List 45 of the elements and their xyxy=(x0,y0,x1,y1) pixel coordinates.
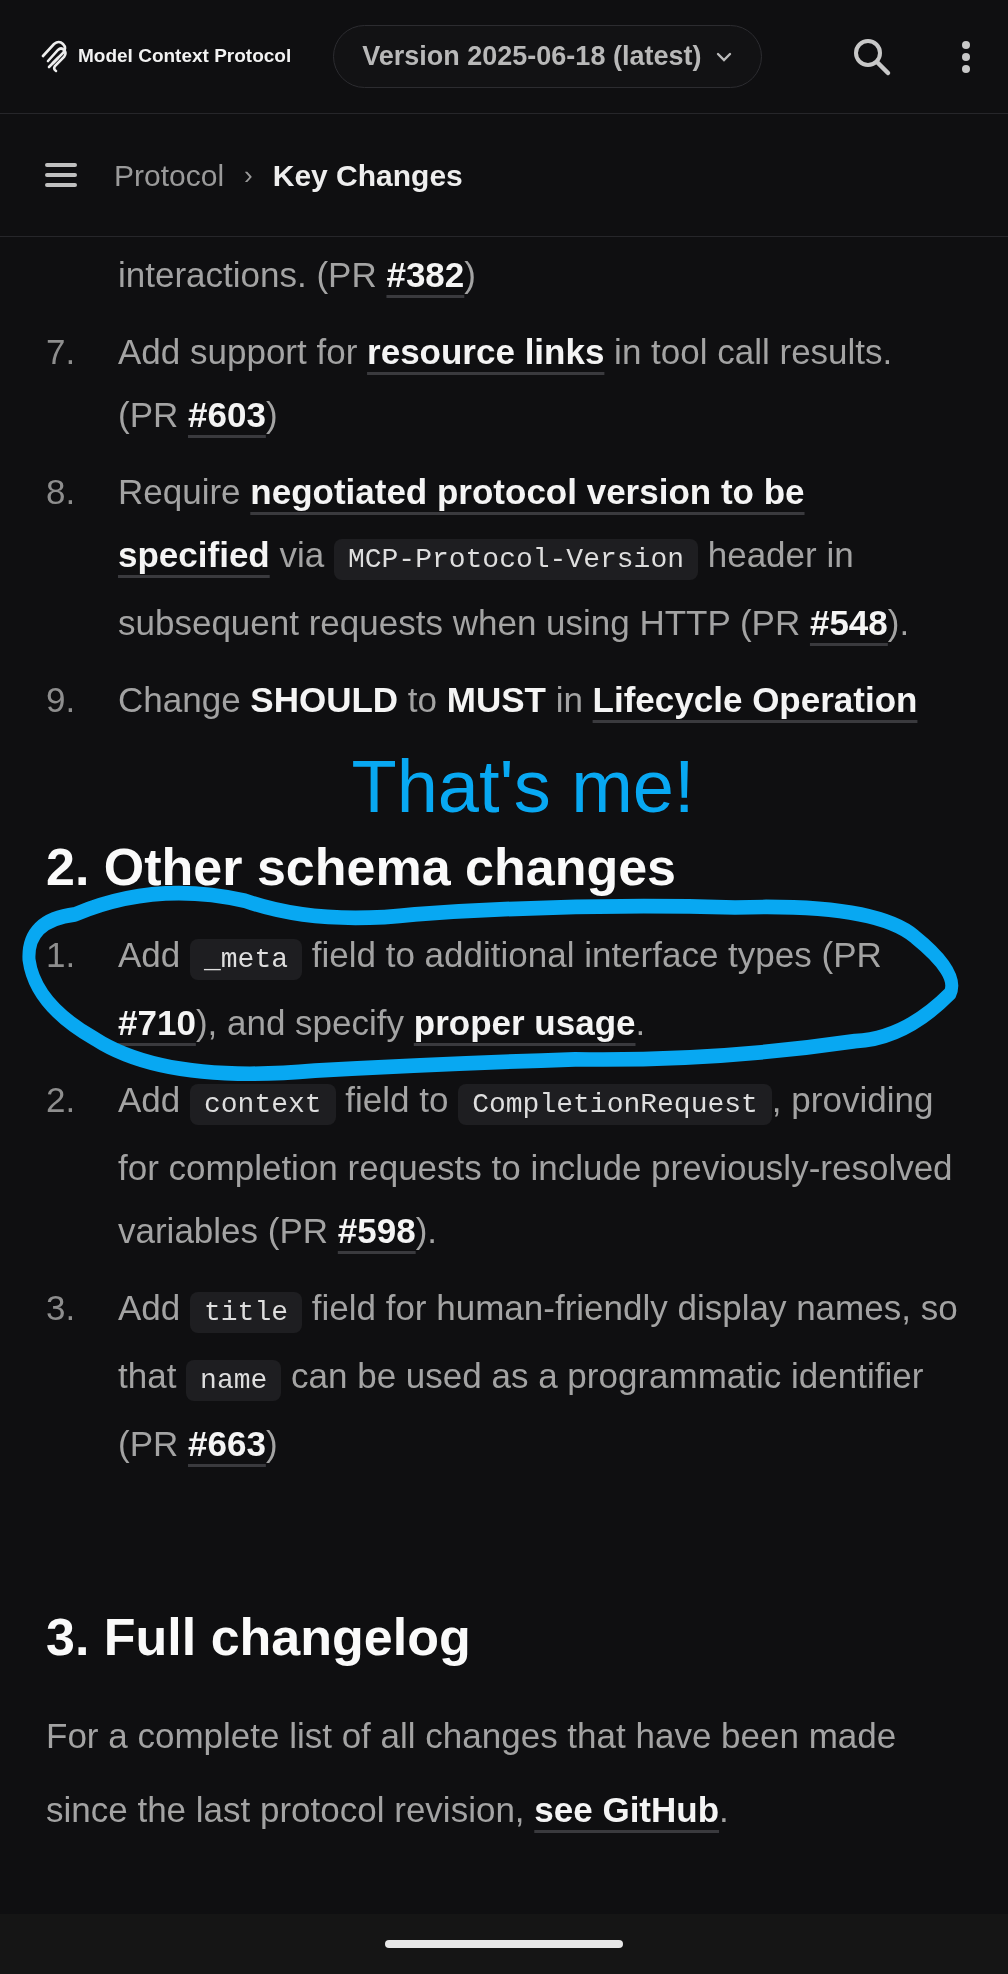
breadcrumb-separator: › xyxy=(244,158,253,192)
section-heading: 2. Other schema changes xyxy=(46,837,678,898)
link[interactable]: #382 xyxy=(386,255,465,294)
link[interactable]: proper usage xyxy=(413,1003,636,1042)
annotation-text: That's me! xyxy=(350,745,696,829)
section-heading: 3. Full changelog xyxy=(46,1607,472,1668)
list-item-text: Add title field for human-friendly display names, so that name can be used as a programmatic identifier (PR #663) xyxy=(118,1287,959,1465)
link[interactable]: #603 xyxy=(188,395,266,434)
list-item-text: Add support for resource links in tool call results. (PR #603) xyxy=(118,331,894,436)
more-options-icon[interactable] xyxy=(960,39,972,74)
link[interactable]: Lifecycle Operation xyxy=(592,680,918,719)
logo-icon[interactable] xyxy=(40,39,70,74)
link[interactable]: #548 xyxy=(809,603,888,642)
list-number: 3. xyxy=(46,1287,77,1329)
link[interactable]: negotiated protocol version to be xyxy=(250,472,805,511)
breadcrumb-current: Key Changes xyxy=(272,157,463,194)
list-item-text: interactions. (PR #382) xyxy=(118,254,477,296)
version-dropdown[interactable]: Version 2025-06-18 (latest) xyxy=(333,25,763,88)
inline-code: CompletionRequest xyxy=(458,1084,772,1125)
link[interactable]: specified xyxy=(118,535,270,574)
list-number: 2. xyxy=(46,1079,77,1121)
link[interactable]: resource links xyxy=(367,332,605,371)
link[interactable]: #598 xyxy=(337,1211,416,1250)
list-number: 7. xyxy=(46,331,77,373)
list-number: 9. xyxy=(46,679,77,721)
menu-icon[interactable] xyxy=(44,161,78,189)
inline-code: MCP-Protocol-Version xyxy=(333,539,698,580)
breadcrumb-link[interactable]: Protocol xyxy=(114,152,225,198)
link[interactable]: #663 xyxy=(188,1424,266,1463)
paragraph: For a complete list of all changes that have been made since the last protocol revision, see GitHub. xyxy=(46,1715,898,1831)
list-number: 8. xyxy=(46,471,77,513)
inline-code: name xyxy=(186,1360,282,1401)
inline-code: _meta xyxy=(190,939,302,980)
link[interactable]: #710 xyxy=(118,1003,196,1042)
list-item-text: Add _meta field to additional interface types (PR #710), and specify proper usage. xyxy=(118,934,883,1044)
list-item-text: Add context field to CompletionRequest , providing for completion requests to include previously-resolved variables (PR #598). xyxy=(118,1079,954,1252)
list-item-text: Change SHOULD to MUST in Lifecycle Operation xyxy=(118,679,919,721)
search-icon[interactable] xyxy=(852,36,892,77)
link[interactable]: see GitHub xyxy=(534,1790,720,1829)
logo-text[interactable]: Model Context Protocol xyxy=(78,42,292,71)
inline-code: context xyxy=(190,1084,336,1125)
list-number: 1. xyxy=(46,934,77,976)
chevron-down-icon xyxy=(715,50,734,63)
list-item-text: Require negotiated protocol version to be specified via MCP-Protocol-Version header in subsequent requests when using HTTP (PR #548). xyxy=(118,471,911,644)
inline-code: title xyxy=(190,1292,302,1333)
